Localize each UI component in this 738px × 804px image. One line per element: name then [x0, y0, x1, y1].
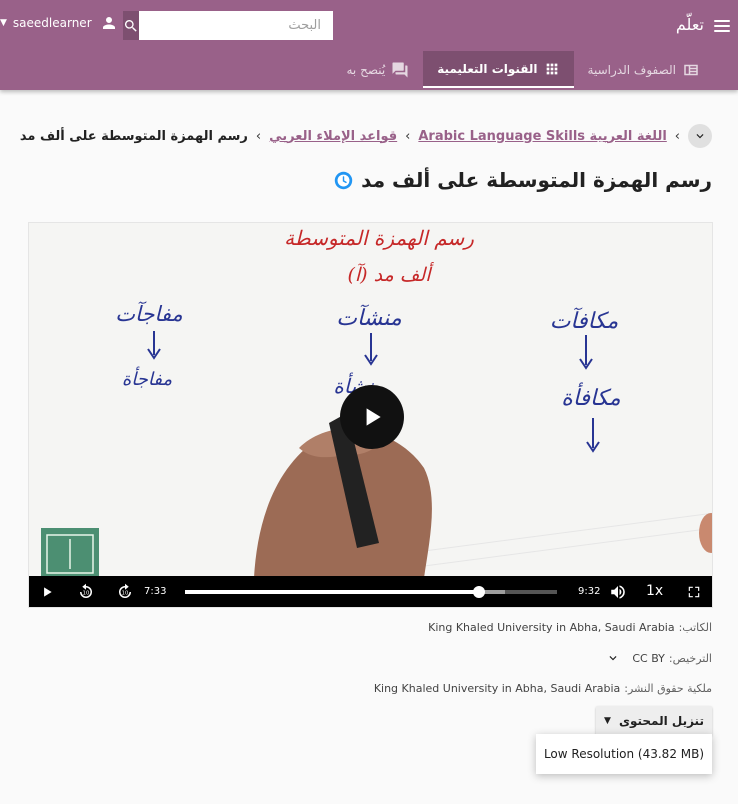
- breadcrumb-link-topic[interactable]: قواعد الإملاء العربي: [269, 129, 397, 144]
- classes-icon: [684, 64, 698, 75]
- fullscreen-icon: [688, 586, 700, 598]
- svg-text:10: 10: [83, 590, 90, 596]
- rewind-10-icon: 10: [80, 583, 92, 598]
- whiteboard-word-3-bottom: مفاجأة: [122, 366, 173, 390]
- breadcrumb-link-channel[interactable]: اللغة العربية Arabic Language Skills: [418, 129, 666, 144]
- whiteboard-word-1-top: مكافآت: [550, 307, 619, 334]
- progress-played: [185, 590, 479, 594]
- breadcrumb-separator: ‹: [674, 128, 680, 144]
- breadcrumb-separator: ‹: [405, 128, 411, 144]
- tab-recommended[interactable]: يُنصح به: [333, 51, 424, 88]
- page-title-row: رسم الهمزة المتوسطة على ألف مد: [334, 168, 712, 192]
- breadcrumb-separator: ‹: [255, 128, 262, 144]
- breadcrumb-current: رسم الهمزة المتوسطة على ألف مد: [19, 128, 248, 144]
- play-overlay-button[interactable]: [340, 385, 404, 449]
- progress-bar[interactable]: [185, 586, 557, 598]
- play-icon: [366, 408, 381, 426]
- tab-channels[interactable]: القنوات التعليمية: [423, 51, 574, 88]
- play-icon: [44, 587, 52, 597]
- duration: 9:32: [578, 586, 601, 597]
- tab-label: القنوات التعليمية: [437, 61, 538, 76]
- person-icon: [102, 17, 115, 29]
- channels-grid-icon: [546, 63, 557, 74]
- license-label: الترخيص:: [668, 651, 712, 665]
- search-button[interactable]: [123, 11, 139, 40]
- video-player[interactable]: رسم الهمزة المتوسطة ألف مد (آ) مكافآت مك…: [28, 222, 713, 608]
- forward-10-icon: 10: [119, 583, 131, 598]
- chevron-down-icon: [696, 134, 704, 139]
- search-bar: [123, 11, 333, 40]
- forward-10-button[interactable]: 10: [116, 583, 134, 601]
- whiteboard-word-3-top: مفاجآت: [115, 301, 182, 326]
- download-content-button[interactable]: تنزيل المحتوى ▼: [596, 706, 712, 736]
- breadcrumb: ‹ اللغة العربية Arabic Language Skills ‹…: [20, 124, 712, 148]
- video-controls: 10 10 7:33 9:32 1x: [29, 576, 712, 607]
- fullscreen-button[interactable]: [686, 584, 702, 600]
- tab-label: الصفوف الدراسية: [587, 62, 676, 77]
- current-time: 7:33: [144, 586, 167, 597]
- in-progress-clock-icon: [334, 171, 353, 189]
- svg-text:10: 10: [122, 590, 129, 596]
- whiteboard-word-1-bottom: مكافأة: [561, 382, 621, 411]
- whiteboard-word-2-top: منشآت: [336, 304, 402, 331]
- author-row: الكاتب: King Khaled University in Abha, …: [428, 621, 712, 634]
- breadcrumb-expand-button[interactable]: [688, 124, 712, 148]
- license-expand-chevron-icon[interactable]: [606, 651, 620, 665]
- author-label: الكاتب:: [678, 621, 712, 634]
- license-row: الترخيص: CC BY: [606, 651, 712, 665]
- playback-speed-button[interactable]: 1x: [646, 583, 663, 599]
- university-logo: [41, 528, 99, 578]
- whiteboard-heading-2: ألف مد (آ): [347, 262, 434, 286]
- app-title: تعلّم: [675, 15, 704, 34]
- nav-tabs: الصفوف الدراسية القنوات التعليمية يُنصح …: [333, 51, 715, 88]
- copyright-label: ملكية حقوق النشر:: [624, 682, 712, 695]
- progress-knob[interactable]: [472, 586, 485, 598]
- whiteboard-heading-1: رسم الهمزة المتوسطة: [284, 226, 474, 250]
- license-value: CC BY: [632, 651, 665, 665]
- search-input[interactable]: [139, 11, 333, 40]
- copyright-row: ملكية حقوق النشر: King Khaled University…: [374, 682, 712, 695]
- user-menu[interactable]: ▼ saeedlearner: [0, 14, 118, 32]
- rewind-10-button[interactable]: 10: [77, 583, 95, 601]
- download-option-low-res[interactable]: Low Resolution (43.82 MB): [536, 734, 712, 774]
- recommended-chat-icon: [392, 62, 408, 77]
- search-icon: [124, 19, 137, 32]
- menu-icon[interactable]: [712, 16, 732, 36]
- username: saeedlearner: [12, 16, 92, 30]
- download-label: تنزيل المحتوى: [618, 714, 704, 728]
- caret-down-icon: ▼: [0, 18, 7, 28]
- app-bar: تعلّم ▼ saeedlearner الصفوف الدراسية الق…: [0, 0, 738, 90]
- page-title: رسم الهمزة المتوسطة على ألف مد: [361, 168, 712, 192]
- copyright-value: King Khaled University in Abha, Saudi Ar…: [373, 682, 621, 695]
- volume-icon: [611, 585, 625, 599]
- tab-classes[interactable]: الصفوف الدراسية: [574, 51, 714, 88]
- tab-label: يُنصح به: [346, 62, 386, 77]
- play-button[interactable]: [39, 584, 55, 600]
- caret-down-icon: ▼: [604, 716, 611, 726]
- volume-button[interactable]: [609, 583, 627, 601]
- author-value: King Khaled University in Abha, Saudi Ar…: [428, 621, 675, 634]
